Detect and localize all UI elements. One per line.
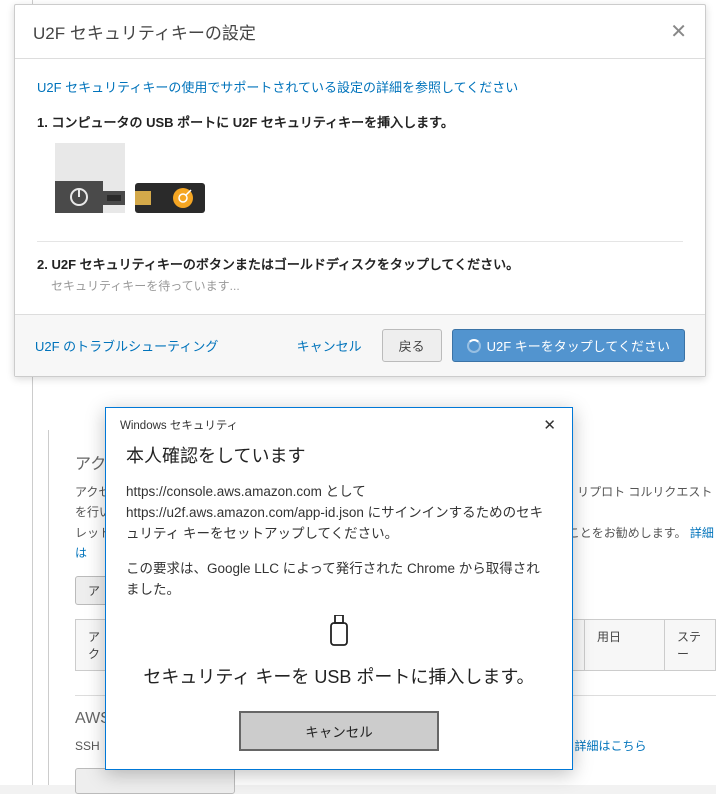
bg-th-3: ステー [665, 620, 715, 670]
back-button[interactable]: 戻る [382, 329, 442, 362]
win-body: 本人確認をしています https://console.aws.amazon.co… [106, 438, 572, 769]
windows-security-dialog: Windows セキュリティ ✕ 本人確認をしています https://cons… [105, 407, 573, 770]
win-header-title: Windows セキュリティ [120, 417, 238, 433]
spinner-icon [467, 339, 481, 353]
help-link[interactable]: U2F セキュリティキーの使用でサポートされている設定の詳細を参照してください [37, 77, 683, 96]
win-body-text-1: https://console.aws.amazon.com として https… [126, 482, 552, 545]
modal-body: U2F セキュリティキーの使用でサポートされている設定の詳細を参照してください … [15, 59, 705, 314]
win-body-text-2: この要求は、Google LLC によって発行された Chrome から取得され… [126, 559, 552, 601]
cancel-button[interactable]: キャンセル [287, 330, 372, 361]
u2f-setup-modal: U2F セキュリティキーの設定 ✕ U2F セキュリティキーの使用でサポートされ… [14, 4, 706, 377]
primary-button-label: U2F キーをタップしてください [487, 336, 670, 355]
win-title: 本人確認をしています [126, 442, 552, 468]
troubleshooting-link[interactable]: U2F のトラブルシューティング [35, 339, 218, 354]
bg-button-2[interactable]: . [75, 768, 235, 794]
bg-th-2: 用日 [585, 620, 665, 670]
modal-title: U2F セキュリティキーの設定 [33, 19, 256, 44]
step-2-label: 2. U2F セキュリティキーのボタンまたはゴールドディスクをタップしてください… [37, 254, 683, 273]
close-icon[interactable]: ✕ [670, 22, 687, 42]
step-1: 1. コンピュータの USB ポートに U2F セキュリティキーを挿入します。 [37, 112, 683, 131]
usb-key-illustration [55, 143, 215, 223]
modal-footer: U2F のトラブルシューティング キャンセル 戻る U2F キーをタップしてくだ… [15, 314, 705, 376]
step-2-status: セキュリティキーを待っています... [51, 277, 683, 294]
win-cancel-button[interactable]: キャンセル [239, 711, 439, 751]
bg-content-divider [48, 430, 49, 785]
win-close-icon[interactable]: ✕ [537, 414, 562, 436]
tap-u2f-key-button[interactable]: U2F キーをタップしてください [452, 329, 685, 362]
usb-device-icon [126, 615, 552, 647]
step-2: 2. U2F セキュリティキーのボタンまたはゴールドディスクをタップしてください… [37, 254, 683, 294]
modal-header: U2F セキュリティキーの設定 ✕ [15, 5, 705, 59]
win-instruction: セキュリティ キーを USB ポートに挿入します。 [126, 663, 552, 689]
bg-details-link-2[interactable]: 詳細はこちら [575, 739, 647, 753]
win-header: Windows セキュリティ ✕ [106, 408, 572, 438]
step-1-label: 1. コンピュータの USB ポートに U2F セキュリティキーを挿入します。 [37, 112, 683, 131]
